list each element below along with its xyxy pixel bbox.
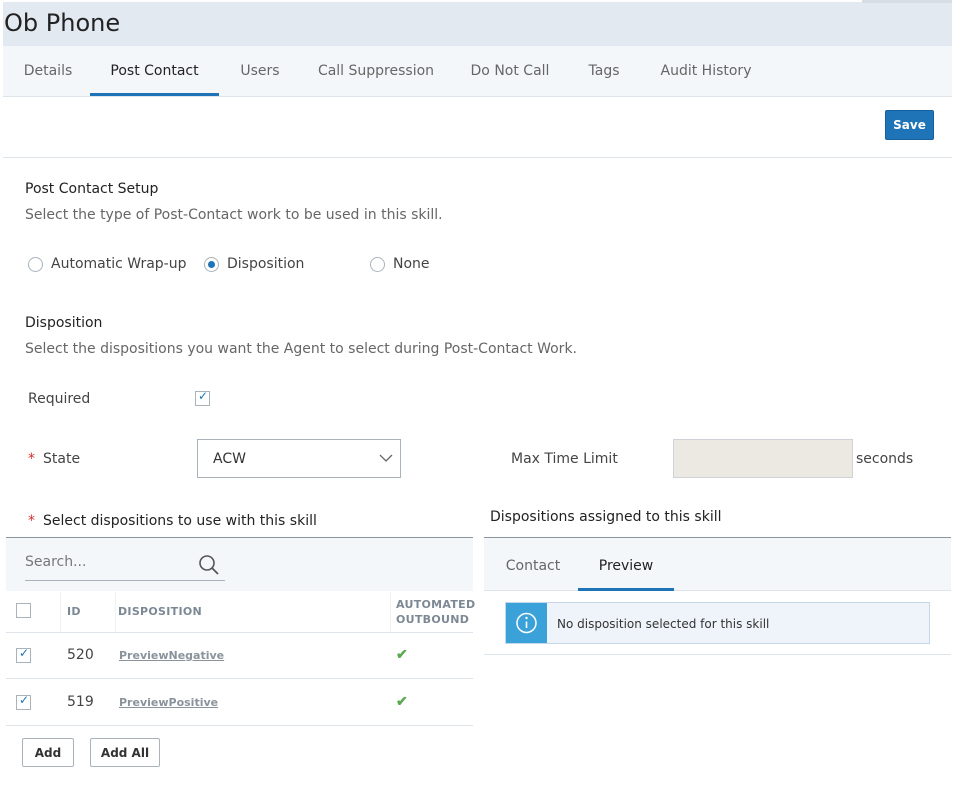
disposition-description: Select the dispositions you want the Age… xyxy=(25,341,577,357)
column-separator xyxy=(390,592,391,632)
info-message-text: No disposition selected for this skill xyxy=(557,617,770,631)
row-checkbox[interactable]: ✓ xyxy=(16,646,31,663)
radio-automatic-wrap-up[interactable]: Automatic Wrap-up xyxy=(28,256,187,272)
disposition-link[interactable]: PreviewNegative xyxy=(119,649,224,662)
search-bar: Search... xyxy=(6,538,473,591)
state-select[interactable]: ACW xyxy=(197,439,401,478)
tab-call-suppression[interactable]: Call Suppression xyxy=(308,46,444,96)
column-separator xyxy=(115,592,116,632)
search-icon[interactable] xyxy=(198,554,220,576)
max-time-limit-input[interactable] xyxy=(673,439,853,478)
disposition-title: Disposition xyxy=(25,315,103,331)
tab-contact[interactable]: Contact xyxy=(498,538,568,591)
column-separator xyxy=(60,592,61,632)
check-icon: ✓ xyxy=(19,646,30,660)
select-dispositions-title: * Select dispositions to use with this sk… xyxy=(28,513,317,529)
tab-post-contact[interactable]: Post Contact xyxy=(90,46,219,96)
tab-do-not-call[interactable]: Do Not Call xyxy=(463,46,557,96)
required-asterisk: * xyxy=(28,513,35,529)
row-divider xyxy=(6,678,473,679)
page-header: Ob Phone xyxy=(3,2,952,46)
radio-none[interactable]: None xyxy=(370,256,430,272)
seconds-label: seconds xyxy=(856,451,914,467)
max-time-limit-label: Max Time Limit xyxy=(511,451,618,467)
checkmark-icon: ✔ xyxy=(396,693,408,709)
column-header-outbound: OUTBOUND xyxy=(396,613,470,626)
check-icon: ✓ xyxy=(198,389,209,403)
tab-bar: Details Post Contact Users Call Suppress… xyxy=(3,46,952,97)
radio-circle[interactable] xyxy=(370,256,385,272)
panel-bottom-border xyxy=(484,654,951,655)
tab-audit-history[interactable]: Audit History xyxy=(651,46,761,96)
header-divider xyxy=(6,632,473,633)
radio-circle[interactable] xyxy=(28,256,43,272)
row-id: 519 xyxy=(67,694,94,710)
assigned-dispositions-title: Dispositions assigned to this skill xyxy=(490,509,722,525)
select-dispositions-title-text: Select dispositions to use with this ski… xyxy=(43,513,317,529)
info-icon xyxy=(516,612,537,634)
column-header-automated[interactable]: AUTOMATED xyxy=(396,598,475,611)
search-input[interactable]: Search... xyxy=(25,548,225,581)
disposition-link[interactable]: PreviewPositive xyxy=(119,696,218,709)
state-label-text: State xyxy=(43,451,81,467)
radio-label: None xyxy=(393,256,430,272)
add-all-button[interactable]: Add All xyxy=(90,738,160,767)
radio-disposition[interactable]: Disposition xyxy=(204,256,304,272)
radio-label: Automatic Wrap-up xyxy=(51,256,187,272)
row-id: 520 xyxy=(67,647,94,663)
select-all-checkbox[interactable] xyxy=(16,603,31,618)
save-button[interactable]: Save xyxy=(885,110,934,140)
required-checkbox[interactable]: ✓ xyxy=(195,389,210,406)
column-header-id[interactable]: ID xyxy=(67,605,81,618)
row-checkbox[interactable]: ✓ xyxy=(16,693,31,710)
search-placeholder: Search... xyxy=(25,554,87,570)
info-icon-container xyxy=(506,603,547,643)
tab-tags[interactable]: Tags xyxy=(579,46,629,96)
radio-circle-selected[interactable] xyxy=(204,256,219,272)
column-header-disposition[interactable]: DISPOSITION xyxy=(118,605,202,618)
row-divider xyxy=(6,725,473,726)
state-label: * State xyxy=(28,451,80,467)
info-message: No disposition selected for this skill xyxy=(505,602,930,644)
assigned-tab-bar: Contact Preview xyxy=(484,538,951,591)
toolbar-divider xyxy=(3,157,952,158)
radio-label: Disposition xyxy=(227,256,305,272)
post-contact-description: Select the type of Post-Contact work to … xyxy=(25,207,443,223)
required-label: Required xyxy=(28,391,91,407)
checkmark-icon: ✔ xyxy=(396,646,408,662)
add-button[interactable]: Add xyxy=(22,738,74,767)
tab-preview[interactable]: Preview xyxy=(578,538,674,591)
state-select-value: ACW xyxy=(213,451,246,467)
header-notch xyxy=(862,0,952,3)
check-icon: ✓ xyxy=(19,693,30,707)
required-asterisk: * xyxy=(28,451,35,467)
post-contact-title: Post Contact Setup xyxy=(25,181,159,197)
page-title: Ob Phone xyxy=(4,9,121,37)
chevron-down-icon xyxy=(379,454,393,462)
tab-details[interactable]: Details xyxy=(13,46,83,96)
tab-users[interactable]: Users xyxy=(231,46,289,96)
